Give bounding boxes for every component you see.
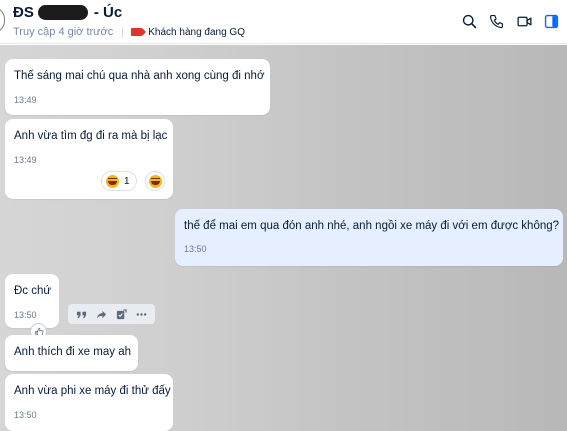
task-icon: [116, 308, 127, 319]
phone-icon: [489, 14, 503, 28]
customer-tag-label[interactable]: Khách hàng đang GQ: [148, 27, 245, 38]
more-options-button[interactable]: [133, 306, 149, 322]
laughing-emoji-icon: [148, 174, 162, 188]
redacted-name: [37, 5, 88, 20]
video-camera-icon: [516, 16, 532, 26]
quote-icon: [77, 311, 87, 318]
message-bubble[interactable]: Đc chứ 13:50: [5, 274, 59, 328]
more-icon: [136, 312, 146, 316]
message-bubble[interactable]: Thế sáng mai chú qua nhà anh xong cùng đ…: [5, 59, 270, 115]
conversation-subtitle: Truy cập 4 giờ trước Khách hàng đang GQ: [13, 26, 245, 38]
message-bubble[interactable]: Anh thích đi xe may ah: [5, 335, 138, 371]
divider: [122, 26, 124, 38]
add-reaction-button[interactable]: [145, 171, 165, 191]
message-bubble-sent[interactable]: thế để mai em qua đón anh nhé, anh ngồi …: [175, 209, 563, 266]
message-bubble[interactable]: Anh vừa tìm đg đi ra mà bị lạc 13:49 1: [5, 119, 173, 199]
reaction-summary[interactable]: 1: [101, 171, 137, 191]
label-tag-icon[interactable]: [131, 28, 147, 36]
sidebar-toggle-icon: [544, 14, 558, 28]
message-text: Anh vừa tìm đg đi ra mà bị lạc: [14, 130, 168, 142]
search-button[interactable]: [459, 11, 479, 31]
message-text: Đc chứ: [14, 285, 52, 297]
message-time: 13:50: [14, 310, 37, 320]
message-text: Thế sáng mai chú qua nhà anh xong cùng đ…: [14, 70, 265, 82]
chat-header: ĐS - Úc Truy cập 4 giờ trước Khách hàng …: [0, 0, 567, 44]
message-time: 13:49: [14, 95, 37, 105]
contact-name-suffix: - Úc: [93, 4, 123, 21]
message-list[interactable]: Thế sáng mai chú qua nhà anh xong cùng đ…: [0, 45, 567, 431]
message-text: thế để mai em qua đón anh nhé, anh ngồi …: [184, 220, 560, 232]
voice-call-button[interactable]: [486, 11, 506, 31]
quote-button[interactable]: [74, 306, 90, 322]
message-text: Anh thích đi xe may ah: [14, 346, 131, 358]
message-bubble[interactable]: Anh vừa phi xe máy đi thử đấy 13:50: [5, 374, 173, 431]
create-task-button[interactable]: [113, 306, 129, 322]
message-text: Anh vừa phi xe máy đi thử đấy: [14, 385, 171, 397]
message-time: 13:50: [184, 244, 207, 254]
video-call-button[interactable]: [514, 11, 534, 31]
contact-name-prefix: ĐS: [13, 4, 34, 21]
reaction-count: 1: [124, 175, 130, 187]
forward-icon: [97, 310, 107, 319]
avatar[interactable]: [0, 7, 5, 33]
conversation-title[interactable]: ĐS - Úc: [13, 4, 122, 21]
forward-button[interactable]: [94, 306, 110, 322]
message-action-bar: [68, 304, 155, 324]
message-time: 13:50: [14, 410, 37, 420]
message-time: 13:49: [14, 155, 37, 165]
last-seen-status: Truy cập 4 giờ trước: [13, 26, 114, 38]
search-icon: [462, 14, 476, 28]
conversation-info-button[interactable]: [541, 11, 561, 31]
laughing-emoji-icon: [106, 174, 119, 188]
